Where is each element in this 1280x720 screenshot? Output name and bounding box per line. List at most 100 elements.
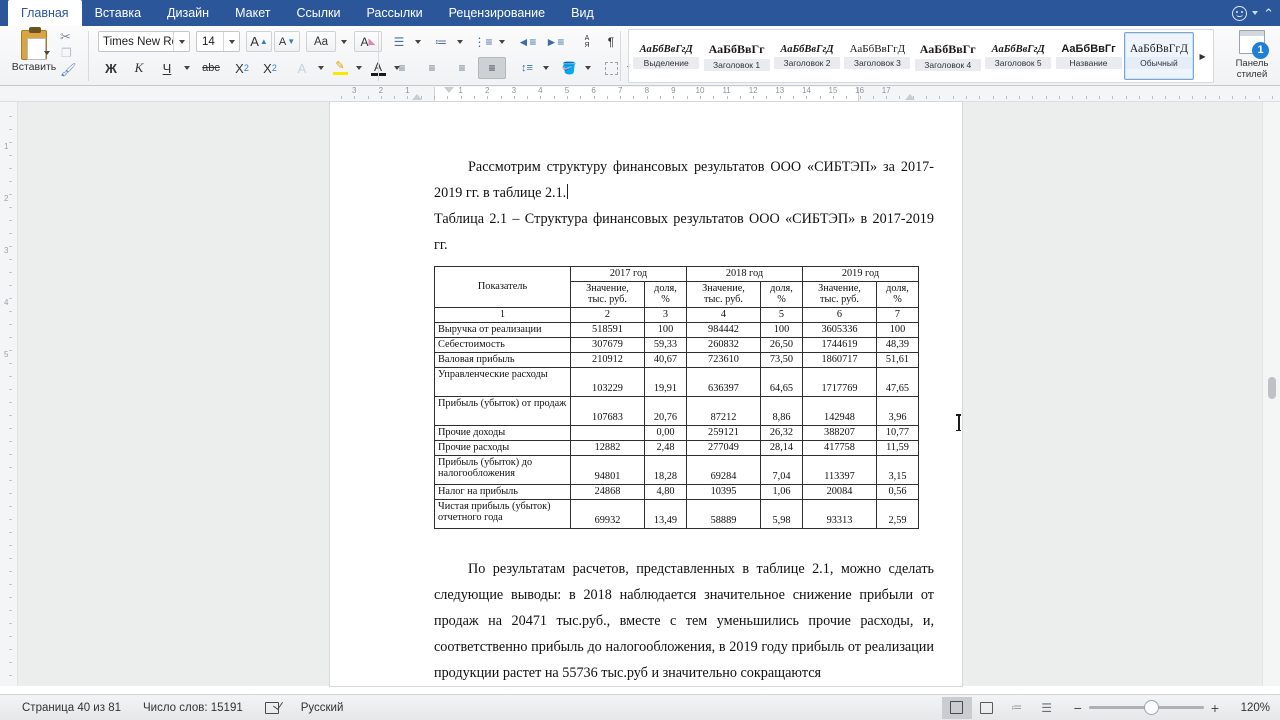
style-item-title[interactable]: АаБбВвГг Название xyxy=(1053,32,1123,80)
document-page[interactable]: Рассмотрим структуру финансовых результа… xyxy=(330,102,962,686)
font-size-dropdown-icon[interactable] xyxy=(223,32,239,51)
text-effects-button[interactable]: A xyxy=(290,57,314,79)
zoom-in-button[interactable]: + xyxy=(1211,700,1219,716)
tab-references[interactable]: Ссылки xyxy=(283,0,353,26)
shading-icon[interactable]: 🪣 xyxy=(556,57,582,79)
right-indent-marker[interactable] xyxy=(905,94,915,100)
chevron-down-icon[interactable] xyxy=(1252,11,1258,15)
zoom-thumb[interactable] xyxy=(1144,700,1159,715)
table-caption-text: Таблица 2.1 – Структура финансовых резул… xyxy=(434,211,934,253)
table-cell-r7-c4: 113397 xyxy=(803,455,877,484)
paragraph-table-caption[interactable]: Таблица 2.1 – Структура финансовых резул… xyxy=(434,206,934,258)
web-layout-icon[interactable] xyxy=(972,697,1002,719)
feedback-smiley-icon[interactable] xyxy=(1232,6,1247,21)
paragraph-intro[interactable]: Рассмотрим структуру финансовых результа… xyxy=(434,154,934,206)
multilevel-list-dropdown-icon[interactable] xyxy=(496,31,508,52)
vertical-ruler[interactable]: 12345 xyxy=(0,102,18,686)
tab-review[interactable]: Рецензирование xyxy=(436,0,559,26)
scrollbar-thumb[interactable] xyxy=(1268,377,1276,399)
increase-indent-icon[interactable]: ►≡ xyxy=(542,31,568,52)
paragraph-conclusion[interactable]: По результатам расчетов, представленных … xyxy=(434,556,934,686)
underline-button[interactable]: Ч xyxy=(154,57,180,79)
italic-button[interactable]: К xyxy=(126,57,152,79)
ruler-tick xyxy=(1232,96,1233,99)
numbered-list-dropdown-icon[interactable] xyxy=(454,31,466,52)
font-name-input[interactable]: Times New Ro... xyxy=(99,36,173,48)
paste-button[interactable]: Вставить xyxy=(6,28,62,84)
style-item-heading-2[interactable]: АаБбВвГгД Заголовок 2 xyxy=(772,32,842,80)
collapse-ribbon-icon[interactable]: ⌃ xyxy=(1263,7,1274,20)
font-size-input[interactable]: 14 xyxy=(197,36,223,48)
highlight-button[interactable]: ✎ xyxy=(328,57,352,79)
line-spacing-icon[interactable]: ↕≡ xyxy=(514,57,540,79)
text-effects-dropdown-icon[interactable] xyxy=(314,57,327,79)
superscript-button[interactable]: X2 xyxy=(256,57,284,79)
outline-icon[interactable]: ≔ xyxy=(1002,697,1032,719)
zoom-out-button[interactable]: − xyxy=(1074,700,1082,716)
strikethrough-button[interactable]: abc xyxy=(196,57,226,79)
underline-dropdown-icon[interactable] xyxy=(180,57,194,79)
draft-icon[interactable]: ☰ xyxy=(1032,697,1062,719)
style-item-vydelenie[interactable]: АаБбВвГгД Выделение xyxy=(631,32,701,80)
tab-layout[interactable]: Макет xyxy=(222,0,283,26)
numbered-list-icon[interactable]: ≔ xyxy=(428,31,454,52)
align-center-icon[interactable]: ≡ xyxy=(418,57,446,79)
word-count[interactable]: Число слов: 15191 xyxy=(143,702,243,714)
tab-home[interactable]: Главная xyxy=(8,0,82,26)
zoom-track[interactable] xyxy=(1089,706,1204,709)
decrease-indent-icon[interactable]: ◄≡ xyxy=(514,31,540,52)
cut-icon[interactable]: ✂ xyxy=(60,29,71,45)
first-line-indent-marker[interactable] xyxy=(444,87,454,93)
align-left-icon[interactable]: ≡ xyxy=(388,57,416,79)
tab-design[interactable]: Дизайн xyxy=(154,0,222,26)
language-indicator[interactable]: Русский xyxy=(301,702,344,714)
align-justify-icon[interactable]: ≡ xyxy=(478,57,506,79)
grow-font-button[interactable]: A▲ xyxy=(246,31,272,52)
paste-dropdown-arrow[interactable] xyxy=(44,42,50,60)
tab-insert[interactable]: Вставка xyxy=(82,0,154,26)
style-item-heading-5[interactable]: АаБбВвГгД Заголовок 5 xyxy=(983,32,1053,80)
style-preview: АаБбВвГг xyxy=(1061,43,1115,55)
copy-icon[interactable]: ❐ xyxy=(61,46,72,60)
style-item-heading-4[interactable]: АаБбВвГг Заголовок 4 xyxy=(913,32,983,80)
line-spacing-dropdown-icon[interactable] xyxy=(540,57,552,79)
font-name-dropdown-icon[interactable] xyxy=(173,32,189,51)
tab-view[interactable]: Вид xyxy=(558,0,607,26)
vertical-scrollbar[interactable] xyxy=(1262,102,1280,686)
zoom-slider[interactable]: − + 120% xyxy=(1074,700,1270,716)
table-cell-r6-c5: 11,59 xyxy=(877,440,919,455)
ruler-tick xyxy=(607,96,608,99)
financial-results-table-wrapper[interactable]: Показатель2017 год2018 год2019 годЗначен… xyxy=(434,266,919,529)
style-item-heading-3[interactable]: АаБбВвГгД Заголовок 3 xyxy=(842,32,912,80)
horizontal-ruler[interactable]: 3211234567891011121314151617 xyxy=(0,86,1280,102)
hanging-indent-marker[interactable] xyxy=(412,94,422,100)
style-item-normal[interactable]: АаБбВвГгД Обычный xyxy=(1124,32,1194,80)
style-item-heading-1[interactable]: АаБбВвГг Заголовок 1 xyxy=(701,32,771,80)
multilevel-list-icon[interactable]: ⋮≡ xyxy=(470,31,496,52)
bold-button[interactable]: Ж xyxy=(98,57,124,79)
change-case-dropdown-icon[interactable] xyxy=(336,31,351,52)
subscript-button[interactable]: X2 xyxy=(228,57,256,79)
align-right-icon[interactable]: ≡ xyxy=(448,57,476,79)
styles-more-button[interactable]: ▶ xyxy=(1194,32,1211,80)
styles-pane-button[interactable]: 1 Панель стилей xyxy=(1228,30,1276,80)
print-layout-icon[interactable] xyxy=(942,697,972,719)
vertical-ruler-tick xyxy=(9,623,12,624)
zoom-level[interactable]: 120% xyxy=(1226,702,1270,714)
format-painter-icon[interactable]: 🖌 xyxy=(60,62,77,78)
ruler-tick xyxy=(1179,96,1180,99)
formatting-marks-icon[interactable]: ¶ xyxy=(600,31,622,52)
vertical-ruler-tick xyxy=(9,259,12,260)
shading-dropdown-icon[interactable] xyxy=(582,57,594,79)
page-indicator[interactable]: Страница 40 из 81 xyxy=(22,702,121,714)
table-numbering-cell-4: 5 xyxy=(761,307,803,322)
shrink-font-button[interactable]: A▼ xyxy=(274,31,300,52)
bullet-list-dropdown-icon[interactable] xyxy=(412,31,424,52)
tab-mailings[interactable]: Рассылки xyxy=(353,0,435,26)
bullet-list-icon[interactable]: ☰ xyxy=(386,31,412,52)
proofing-icon[interactable] xyxy=(265,702,279,714)
sort-icon[interactable]: AЯ xyxy=(574,31,600,52)
highlight-dropdown-icon[interactable] xyxy=(352,57,365,79)
ruler-number: 1 xyxy=(405,86,409,95)
change-case-button[interactable]: Aa xyxy=(306,31,336,52)
